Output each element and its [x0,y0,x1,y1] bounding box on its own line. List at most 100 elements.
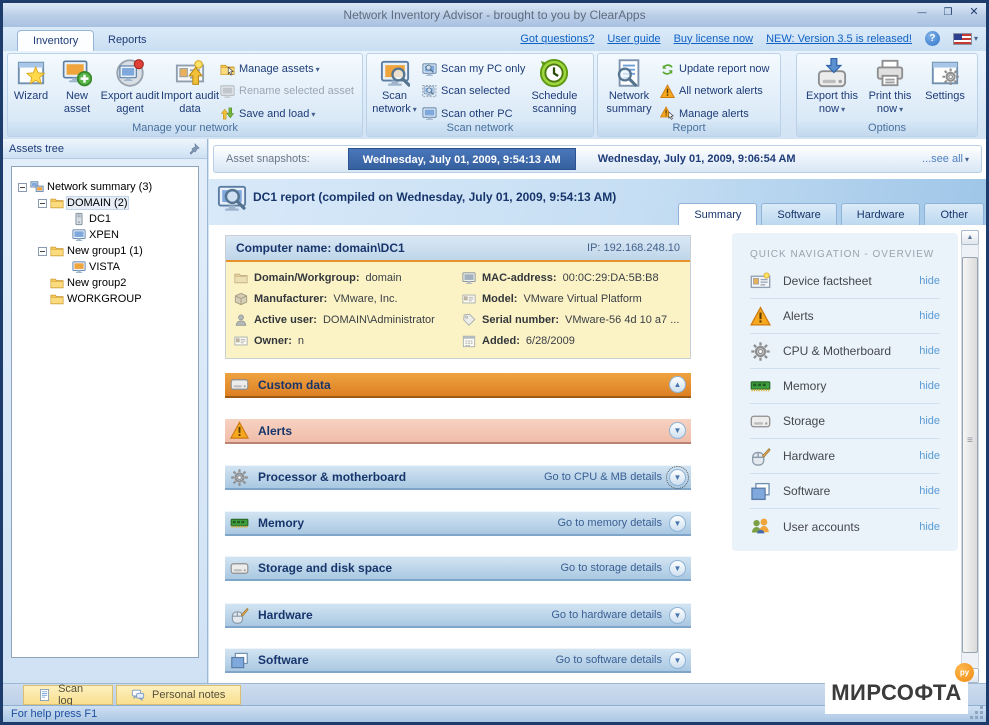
new-asset-button[interactable]: New asset [54,54,100,122]
see-all-link[interactable]: ...see all [922,153,969,165]
tab-inventory[interactable]: Inventory [17,30,94,51]
quick-nav-storage[interactable]: Storage hide [750,404,940,439]
scan-network-button[interactable]: Scan network [367,54,422,122]
export-this-now-button[interactable]: Export this now [803,54,861,122]
settings-button[interactable]: Settings [919,54,971,122]
scan-my-pc-button[interactable]: Scan my PC only [422,61,525,77]
section-alerts[interactable]: Alerts [225,419,691,444]
snapshot-selected-button[interactable]: Wednesday, July 01, 2009, 9:54:13 AM [348,148,576,170]
scan-log-tab[interactable]: Scan log [23,685,113,705]
hide-link[interactable]: hide [919,310,940,322]
collapse-icon[interactable] [38,199,47,208]
collapse-icon[interactable] [38,247,47,256]
resize-grip[interactable] [971,707,984,720]
manage-alerts-button[interactable]: Manage alerts [660,106,770,122]
tree-item-domain[interactable]: DOMAIN (2) [12,195,198,211]
tree-item-dc1[interactable]: DC1 [12,211,198,227]
hide-link[interactable]: hide [919,345,940,357]
tab-hardware[interactable]: Hardware [841,203,921,225]
section-custom-data[interactable]: Custom data [225,373,691,398]
quick-nav-device-factsheet[interactable]: Device factsheet hide [750,264,940,299]
export-audit-agent-button[interactable]: Export audit agent [100,54,160,122]
import-audit-data-button[interactable]: Import audit data [160,54,220,122]
expand-section-button[interactable] [669,469,686,486]
scan-other-pc-icon [422,106,437,121]
language-selector[interactable]: ▾ [953,33,978,45]
got-questions-link[interactable]: Got questions? [520,33,594,45]
update-report-button[interactable]: Update report now [660,61,770,77]
hide-link[interactable]: hide [919,521,940,533]
section-storage[interactable]: Storage and disk space Go to storage det… [225,556,691,581]
schedule-scanning-button[interactable]: Schedule scanning [525,54,583,122]
section-memory[interactable]: Memory Go to memory details [225,511,691,536]
buy-license-link[interactable]: Buy license now [674,33,754,45]
scrollbar-track[interactable] [961,245,979,668]
computer-icon [72,260,86,274]
rename-selected-asset-button[interactable]: Rename selected asset [220,83,354,99]
manage-assets-button[interactable]: Manage assets [220,61,354,77]
go-to-storage-details-link[interactable]: Go to storage details [560,562,662,574]
minimize-icon[interactable] [914,5,930,19]
field-mac-address: MAC-address: 00:0C:29:DA:5B:B8 [462,271,684,285]
tree-item-new-group2[interactable]: New group2 [12,275,198,291]
expand-section-button[interactable] [669,515,686,532]
hide-link[interactable]: hide [919,380,940,392]
expand-section-button[interactable] [669,607,686,624]
chat-icon [131,688,145,702]
collapse-section-button[interactable] [669,376,686,393]
expand-section-button[interactable] [669,652,686,669]
expand-section-button[interactable] [669,422,686,439]
folder-icon [50,196,64,210]
save-and-load-button[interactable]: Save and load [220,106,354,122]
hide-link[interactable]: hide [919,275,940,287]
tab-reports[interactable]: Reports [93,30,162,51]
expand-section-button[interactable] [669,560,686,577]
hide-link[interactable]: hide [919,415,940,427]
tree-item-network-summary[interactable]: Network summary (3) [12,179,198,195]
collapse-icon[interactable] [18,183,27,192]
section-processor-motherboard[interactable]: Processor & motherboard Go to CPU & MB d… [225,465,691,490]
close-icon[interactable] [966,5,982,19]
scan-network-icon [380,58,410,88]
network-summary-button[interactable]: Network summary [598,54,660,122]
quick-nav-cpu-motherboard[interactable]: CPU & Motherboard hide [750,334,940,369]
quick-nav-hardware[interactable]: Hardware hide [750,439,940,474]
drive-icon [230,559,249,578]
tab-summary[interactable]: Summary [678,203,757,225]
tree-item-workgroup[interactable]: WORKGROUP [12,291,198,307]
new-version-link[interactable]: NEW: Version 3.5 is released! [766,33,912,45]
personal-notes-tab[interactable]: Personal notes [116,685,241,705]
tree-item-xpen[interactable]: XPEN [12,227,198,243]
quick-nav-alerts[interactable]: Alerts hide [750,299,940,334]
section-software[interactable]: Software Go to software details [225,648,691,673]
go-to-software-details-link[interactable]: Go to software details [556,654,662,666]
tab-software[interactable]: Software [761,203,836,225]
tree-item-new-group1[interactable]: New group1 (1) [12,243,198,259]
user-guide-link[interactable]: User guide [607,33,660,45]
scroll-up-icon[interactable]: ▲ [961,230,979,245]
quick-nav-memory[interactable]: Memory hide [750,369,940,404]
all-network-alerts-button[interactable]: All network alerts [660,83,770,99]
print-this-now-button[interactable]: Print this now [861,54,919,122]
go-to-cpu-details-link[interactable]: Go to CPU & MB details [544,471,662,483]
pin-icon[interactable] [187,142,201,156]
vertical-scrollbar[interactable]: ▲ ▼ [961,230,979,683]
help-icon[interactable]: ? [925,31,940,46]
go-to-hardware-details-link[interactable]: Go to hardware details [551,609,662,621]
new-asset-icon [62,58,92,88]
wizard-button[interactable]: Wizard [8,54,54,122]
section-hardware[interactable]: Hardware Go to hardware details [225,603,691,628]
quick-nav-user-accounts[interactable]: User accounts hide [750,509,940,544]
maximize-icon[interactable] [940,5,956,19]
snapshot-second-button[interactable]: Wednesday, July 01, 2009, 9:06:54 AM [588,153,806,165]
go-to-memory-details-link[interactable]: Go to memory details [557,517,662,529]
tree-item-vista[interactable]: VISTA [12,259,198,275]
scan-other-pc-button[interactable]: Scan other PC [422,106,525,122]
tab-other[interactable]: Other [924,203,984,225]
hide-link[interactable]: hide [919,485,940,497]
scrollbar-thumb[interactable] [962,257,978,653]
quick-nav-software[interactable]: Software hide [750,474,940,509]
scan-selected-button[interactable]: Scan selected [422,83,525,99]
hide-link[interactable]: hide [919,450,940,462]
field-added: Added: 6/28/2009 [462,334,684,348]
